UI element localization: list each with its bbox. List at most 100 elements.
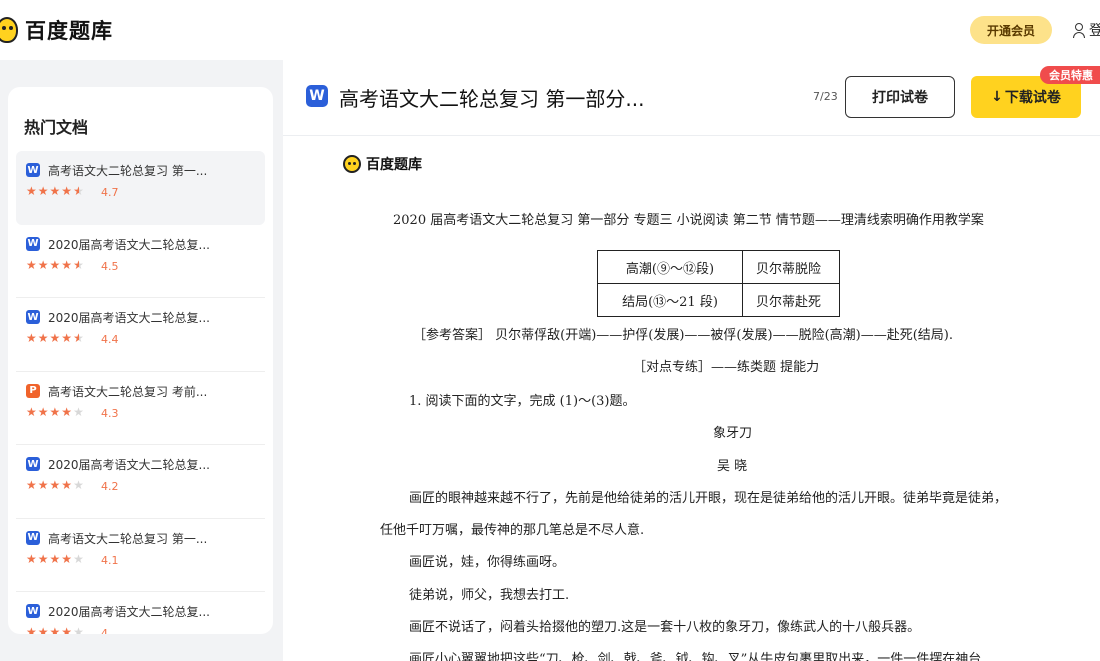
star-rating: ★★★★★: [26, 331, 85, 345]
word-doc-icon: W: [26, 163, 40, 177]
rating-score: 4.1: [101, 553, 119, 567]
star-icon: ★: [37, 404, 50, 419]
logo-text: 百度题库: [25, 19, 113, 43]
star-rating: ★★★★★: [26, 625, 85, 634]
download-label: 下载试卷: [1004, 90, 1061, 106]
paragraph: 画匠说，娃，你得练画呀。: [409, 555, 566, 570]
document-viewer: W 高考语文大二轮总复习 第一部分... 7/23 打印试卷 ↓ 下载试卷 会员…: [283, 60, 1100, 661]
star-icon: ★: [37, 478, 50, 492]
brand-text: 百度题库: [366, 157, 422, 173]
story-author: 吴 晓: [717, 459, 748, 474]
download-arrow-icon: ↓: [991, 89, 1003, 105]
document-heading: 2020 届高考语文大二轮总复习 第一部分 专题三 小说阅读 第二节 情节题——…: [393, 213, 984, 228]
star-icon: ★: [73, 257, 85, 272]
star-icon: ★: [73, 625, 85, 634]
practice-heading: ［对点专练］——练类题 提能力: [633, 360, 820, 375]
hot-doc-title: 高考语文大二轮总复习 第一...: [48, 531, 208, 546]
word-doc-icon: W: [26, 310, 40, 324]
page-count: 7/23: [813, 90, 838, 103]
site-logo[interactable]: 百度题库: [0, 14, 113, 46]
hot-doc-item[interactable]: W 高考语文大二轮总复习 第一... ★★★★★ 4.1: [16, 519, 265, 592]
open-vip-button[interactable]: 开通会员: [970, 16, 1052, 44]
hot-doc-title: 高考语文大二轮总复习 第一...: [48, 164, 208, 178]
plot-table: 高潮(⑨～⑫段) 贝尔蒂脱险 结局(⑬～21 段) 贝尔蒂赴死: [597, 250, 840, 317]
star-icon: ★: [49, 257, 62, 272]
table-cell: 贝尔蒂赴死: [742, 283, 840, 317]
word-doc-icon: W: [26, 236, 40, 251]
brand-mascot-icon: [343, 155, 361, 173]
document-header: W 高考语文大二轮总复习 第一部分... 7/23 打印试卷 ↓ 下载试卷 会员…: [283, 60, 1100, 136]
star-icon: ★: [61, 257, 74, 272]
word-doc-icon: W: [26, 457, 40, 471]
table-row: 高潮(⑨～⑫段) 贝尔蒂脱险: [597, 250, 840, 284]
mascot-icon: [0, 17, 18, 43]
star-icon: ★: [49, 625, 62, 634]
star-icon: ★: [61, 478, 74, 492]
paragraph: 画匠不说话了，闷着头拾掇他的塑刀.这是一套十八枚的象牙刀，像练武人的十八般兵器。: [409, 620, 921, 635]
paragraph: 徒弟说，师父，我想去打工.: [409, 588, 570, 603]
hot-doc-item[interactable]: P 高考语文大二轮总复习 考前... ★★★★★ 4.3: [16, 372, 265, 445]
document-title: 高考语文大二轮总复习 第一部分...: [339, 87, 645, 111]
star-icon: ★: [61, 331, 74, 345]
hot-doc-title: 2020届高考语文大二轮总复...: [48, 605, 210, 619]
paragraph: 任他千叮万嘱，最传神的那几笔总是不尽人意.: [380, 523, 645, 538]
hot-doc-item[interactable]: W 2020届高考语文大二轮总复... ★★★★★ 4.2: [16, 445, 265, 519]
star-icon: ★: [61, 551, 74, 566]
hot-doc-item[interactable]: W 2020届高考语文大二轮总复... ★★★★★ 4: [16, 592, 265, 634]
star-icon: ★: [37, 625, 50, 634]
star-icon: ★: [49, 184, 62, 198]
paragraph: 画匠的眼神越来越不行了，先前是他给徒弟的活儿开眼，现在是徒弟给他的活儿开眼。徒弟…: [409, 491, 1008, 506]
star-icon: ★: [26, 404, 38, 419]
star-icon: ★: [49, 331, 62, 345]
star-icon: ★: [73, 478, 85, 492]
star-icon: ★: [61, 184, 74, 198]
star-icon: ★: [26, 625, 38, 634]
paragraph: 画匠小心翼翼地把这些“刀、枪、剑、戟、斧、钺、钩、叉”从牛皮包裹里取出来，一件一…: [409, 652, 982, 661]
star-icon: ★: [61, 404, 74, 419]
question-text: 1. 阅读下面的文字，完成 (1)～(3)题。: [409, 394, 636, 409]
star-rating: ★★★★★: [26, 552, 85, 566]
hot-doc-title: 2020届高考语文大二轮总复...: [48, 311, 210, 325]
star-icon: ★: [61, 625, 74, 634]
star-icon: ★: [49, 551, 62, 566]
word-doc-icon: W: [306, 85, 328, 107]
word-doc-icon: W: [26, 530, 40, 545]
star-icon: ★: [73, 404, 85, 419]
star-rating: ★★★★★: [26, 184, 85, 198]
top-bar: 百度题库 开通会员 登: [0, 0, 1100, 60]
star-icon: ★: [26, 478, 38, 492]
hot-doc-item[interactable]: W 2020届高考语文大二轮总复... ★★★★★ 4.4: [16, 298, 265, 372]
star-rating: ★★★★★: [26, 258, 85, 272]
hot-docs-list: W 高考语文大二轮总复习 第一... ★★★★★ 4.7 W 2020届高考语文大二轮总复…: [8, 151, 273, 634]
star-icon: ★: [26, 184, 38, 198]
login-link[interactable]: 登: [1072, 20, 1100, 40]
rating-score: 4.5: [101, 259, 119, 273]
star-rating: ★★★★★: [26, 405, 85, 419]
rating-score: 4.2: [101, 480, 119, 493]
user-icon: [1072, 22, 1086, 38]
story-title: 象牙刀: [713, 426, 753, 441]
hot-docs-sidebar: 热门文档 W 高考语文大二轮总复习 第一... ★★★★★ 4.7 W 2020届高考语文…: [8, 87, 273, 634]
star-rating: ★★★★★: [26, 478, 85, 492]
star-icon: ★: [26, 257, 38, 272]
vip-discount-badge: 会员特惠: [1040, 66, 1100, 84]
rating-score: 4.4: [101, 333, 119, 346]
star-icon: ★: [37, 331, 50, 345]
print-button[interactable]: 打印试卷: [845, 76, 955, 118]
star-icon: ★: [37, 257, 50, 272]
table-cell: 贝尔蒂脱险: [742, 250, 840, 284]
table-cell: 结局(⑬～21 段): [597, 283, 743, 317]
hot-doc-title: 2020届高考语文大二轮总复...: [48, 458, 210, 472]
hot-doc-item[interactable]: W 2020届高考语文大二轮总复... ★★★★★ 4.5: [16, 225, 265, 298]
sidebar-title: 热门文档: [24, 118, 89, 137]
rating-score: 4.3: [101, 406, 119, 420]
hot-doc-item[interactable]: W 高考语文大二轮总复习 第一... ★★★★★ 4.7: [16, 151, 265, 225]
star-icon: ★: [26, 331, 38, 345]
star-icon: ★: [73, 184, 85, 198]
word-doc-icon: W: [26, 604, 40, 618]
star-icon: ★: [37, 551, 50, 566]
rating-score: 4: [101, 627, 108, 634]
hot-doc-title: 高考语文大二轮总复习 考前...: [48, 384, 208, 399]
document-brand: 百度题库: [343, 154, 422, 174]
table-cell: 高潮(⑨～⑫段): [597, 250, 743, 284]
